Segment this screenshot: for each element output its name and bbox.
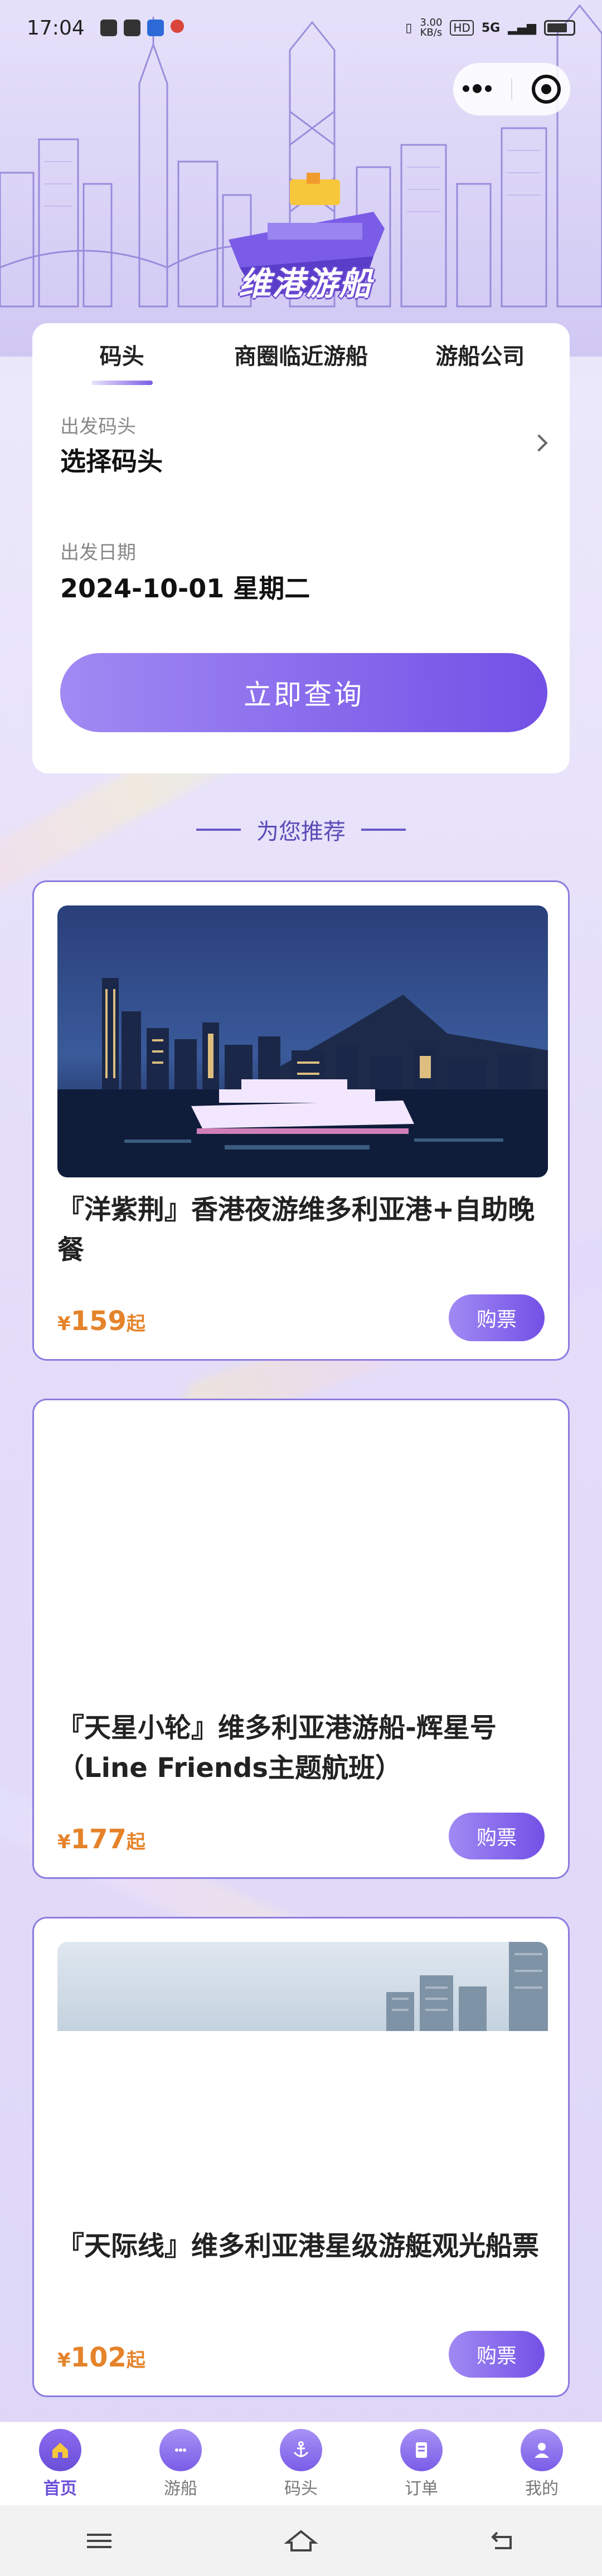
more-menu-icon[interactable] [463, 84, 492, 93]
tabbar-label: 订单 [405, 2478, 438, 2499]
home-nav-icon[interactable] [281, 2527, 321, 2555]
app-notification-icon [123, 20, 140, 36]
signal-5g: 5G [481, 21, 501, 35]
tabbar-item-home[interactable]: 首页 [0, 2428, 120, 2499]
product-price: ¥ 159 起 [57, 1306, 145, 1337]
tabbar-item-cruise[interactable]: 游船 [120, 2428, 241, 2499]
status-bar: 17:04 ▯ 3.00 KB/s HD 5G ▂▄▆ [0, 0, 602, 56]
network-speed: 3.00 KB/s [420, 18, 442, 38]
tabbar-label: 首页 [43, 2478, 77, 2499]
product-price: ¥ 177 起 [57, 1824, 145, 1855]
cruise-icon [159, 2428, 202, 2471]
departure-pier-field[interactable]: 出发码头 选择码头 [32, 386, 570, 497]
product-title: 『天际线』维多利亚港星级游艇观光船票 [57, 2231, 540, 2262]
departure-pier-value: 选择码头 [60, 446, 163, 476]
close-miniprogram-icon[interactable] [531, 75, 561, 104]
product-title: 『洋紫荆』香港夜游维多利亚港+自助晚餐 [57, 1194, 535, 1265]
bottom-tab-bar: 首页 游船 码头 订单 我的 [0, 2422, 602, 2505]
departure-date-value: 2024-10-01 星期二 [60, 573, 310, 603]
buy-ticket-button[interactable]: 购票 [449, 1294, 545, 1341]
price-currency: ¥ [57, 1313, 71, 1335]
price-value: 177 [70, 1824, 127, 1855]
price-currency: ¥ [57, 1831, 71, 1853]
departure-date-field[interactable]: 出发日期 2024-10-01 星期二 [32, 513, 570, 619]
recommend-title: 为您推荐 [256, 819, 346, 845]
order-icon [400, 2428, 443, 2471]
location-pin-icon [170, 20, 184, 33]
product-image-skyline [57, 1942, 548, 2214]
search-card: 码头 商圈临近游船 游船公司 出发码头 选择码头 出发日期 2024-10-01… [32, 323, 570, 773]
hd-badge: HD [450, 20, 474, 36]
anchor-icon [280, 2428, 322, 2471]
app-notification-icon [147, 20, 164, 36]
buy-ticket-button[interactable]: 购票 [449, 2331, 545, 2378]
departure-pier-label: 出发码头 [60, 416, 136, 438]
capsule-divider [511, 78, 512, 100]
product-price: ¥ 102 起 [57, 2342, 145, 2373]
app-notification-icon [100, 20, 117, 36]
departure-date-label: 出发日期 [60, 542, 136, 564]
divider-line [361, 829, 406, 831]
home-icon [39, 2428, 81, 2471]
product-card[interactable]: 『洋紫荆』香港夜游维多利亚港+自助晚餐 ¥ 159 起 购票 [32, 880, 570, 1361]
tabbar-item-profile[interactable]: 我的 [482, 2428, 602, 2499]
net-speed-unit: KB/s [420, 27, 443, 38]
product-card[interactable]: 『天星小轮』维多利亚港游船-辉星号（Line Friends主题航班） ¥ 17… [32, 1399, 570, 1879]
product-card[interactable]: 『天际线』维多利亚港星级游艇观光船票 ¥ 102 起 购票 [32, 1917, 570, 2397]
tabbar-item-pier[interactable]: 码头 [241, 2428, 361, 2499]
price-suffix: 起 [126, 1831, 145, 1853]
status-time: 17:04 [27, 16, 85, 40]
price-value: 102 [70, 2342, 127, 2373]
signal-bars-icon: ▂▄▆ [508, 21, 536, 35]
price-value: 159 [70, 1306, 127, 1337]
price-suffix: 起 [126, 2349, 145, 2372]
tab-cruise-company[interactable]: 游船公司 [391, 338, 570, 371]
buy-ticket-button[interactable]: 购票 [449, 1813, 545, 1859]
query-button[interactable]: 立即查询 [60, 653, 547, 732]
system-nav-bar [0, 2505, 602, 2576]
tabbar-label: 游船 [164, 2478, 197, 2499]
product-image-night-harbor [57, 905, 548, 1177]
recommend-heading: 为您推荐 [0, 814, 602, 846]
price-suffix: 起 [126, 1313, 145, 1335]
back-icon[interactable] [486, 2527, 520, 2555]
price-currency: ¥ [57, 2349, 71, 2372]
logo-title: 维港游船 [239, 265, 373, 303]
tab-nearby-cruise[interactable]: 商圈临近游船 [211, 338, 390, 371]
battery-icon [544, 20, 575, 36]
product-title: 『天星小轮』维多利亚港游船-辉星号（Line Friends主题航班） [57, 1712, 497, 1784]
product-image-blank [57, 1424, 548, 1696]
tab-pier[interactable]: 码头 [32, 338, 211, 371]
divider-line [196, 829, 241, 831]
vibrate-icon: ▯ [405, 21, 412, 35]
search-tabs: 码头 商圈临近游船 游船公司 [32, 323, 570, 386]
miniprogram-capsule [453, 62, 571, 116]
tabbar-label: 我的 [525, 2478, 559, 2499]
user-icon [521, 2428, 563, 2471]
tabbar-item-orders[interactable]: 订单 [361, 2428, 482, 2499]
menu-icon[interactable] [82, 2527, 116, 2555]
chevron-right-icon [530, 434, 548, 452]
tabbar-label: 码头 [284, 2478, 318, 2499]
